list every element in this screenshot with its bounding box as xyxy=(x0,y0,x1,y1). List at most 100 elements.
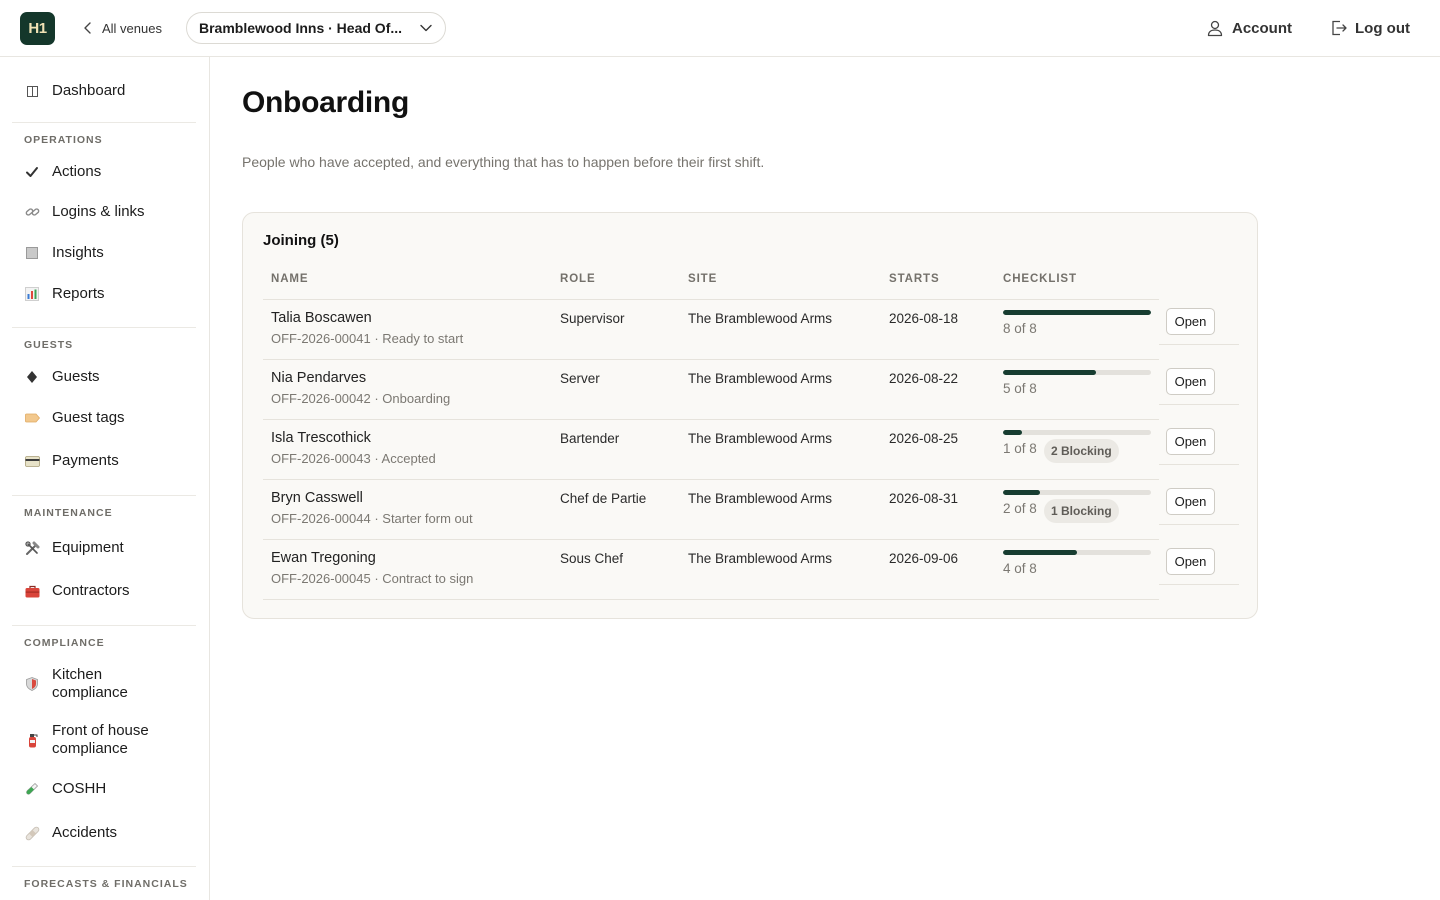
sidebar-item-insights[interactable]: Insights xyxy=(24,244,200,262)
insights-icon xyxy=(24,245,40,261)
test-tube-icon xyxy=(24,781,40,797)
site-cell: The Bramblewood Arms xyxy=(688,491,833,506)
site-cell: The Bramblewood Arms xyxy=(688,371,833,386)
sidebar-item-guests[interactable]: Guests xyxy=(24,368,200,386)
account-label: Account xyxy=(1232,19,1292,37)
sidebar-item-label: Accidents xyxy=(52,824,118,841)
sidebar-item-equipment[interactable]: Equipment xyxy=(24,539,200,557)
site-cell: The Bramblewood Arms xyxy=(688,551,833,566)
checklist-progress-fill xyxy=(1003,550,1077,555)
section-label-maintenance: MAINTENANCE xyxy=(24,507,113,519)
checklist-progress-bar xyxy=(1003,490,1151,495)
blocking-badge: 1 Blocking xyxy=(1044,499,1119,523)
role-cell: Supervisor xyxy=(560,311,625,326)
diamond-icon xyxy=(24,369,40,385)
kitchen-line-1: Kitchen xyxy=(52,666,103,683)
all-venues-link[interactable]: All venues xyxy=(82,18,162,38)
offer-reference: OFF-2026-00043 · Accepted xyxy=(271,451,436,466)
employee-name: Ewan Tregoning xyxy=(271,550,376,566)
logout-button[interactable]: Log out xyxy=(1330,17,1410,39)
sidebar-item-logins[interactable]: Logins & links xyxy=(24,203,200,221)
open-button[interactable]: Open xyxy=(1166,428,1215,455)
sidebar-item-guest-tags[interactable]: Guest tags xyxy=(24,409,200,427)
sidebar-item-actions[interactable]: Actions xyxy=(24,163,200,181)
checklist-progress-bar xyxy=(1003,550,1151,555)
chevron-left-icon xyxy=(84,22,91,34)
offer-reference: OFF-2026-00044 · Starter form out xyxy=(271,511,473,526)
sidebar: Dashboard OPERATIONS Actions Logins & li… xyxy=(0,57,210,900)
site-cell: The Bramblewood Arms xyxy=(688,431,833,446)
table-row: Isla Trescothick OFF-2026-00043 · Accepte… xyxy=(243,419,1259,479)
page-title: Onboarding xyxy=(242,86,409,119)
row-divider xyxy=(263,479,1159,480)
offer-reference: OFF-2026-00042 · Onboarding xyxy=(271,391,451,406)
account-button[interactable]: Account xyxy=(1206,17,1292,39)
sidebar-item-coshh[interactable]: COSHH xyxy=(24,780,200,798)
sidebar-item-accidents[interactable]: Accidents xyxy=(24,824,200,842)
sidebar-item-contractors[interactable]: Contractors xyxy=(24,582,200,600)
sidebar-item-label: Contractors xyxy=(52,582,130,599)
table-row: Talia Boscawen OFF-2026-00041 · Ready to … xyxy=(243,299,1259,359)
venue-selector[interactable]: Bramblewood Inns · Head Of... xyxy=(186,12,446,44)
toolbox-icon xyxy=(24,583,40,599)
role-cell: Bartender xyxy=(560,431,620,446)
foh-line-2: compliance xyxy=(52,740,128,757)
row-divider xyxy=(263,539,1159,540)
venue-selector-label: Bramblewood Inns · Head Of... xyxy=(199,20,403,36)
column-header-role: ROLE xyxy=(560,273,596,285)
logo[interactable]: H1 xyxy=(20,12,55,45)
tools-icon xyxy=(24,540,40,556)
column-header-starts: STARTS xyxy=(889,273,940,285)
sidebar-item-reports[interactable]: Reports xyxy=(24,285,200,303)
column-header-name: NAME xyxy=(271,273,309,285)
sidebar-item-foh-compliance[interactable]: Front of house compliance xyxy=(24,722,200,758)
row-divider xyxy=(263,299,1159,300)
site-cell: The Bramblewood Arms xyxy=(688,311,833,326)
sidebar-item-label: Front of house compliance xyxy=(52,722,149,758)
sidebar-item-payments[interactable]: Payments xyxy=(24,452,200,470)
employee-name: Nia Pendarves xyxy=(271,370,367,386)
open-button[interactable]: Open xyxy=(1166,488,1215,515)
sidebar-item-label: Guests xyxy=(52,368,100,385)
sidebar-item-label: Logins & links xyxy=(52,203,145,220)
role-cell: Sous Chef xyxy=(560,551,624,566)
sidebar-item-label: COSHH xyxy=(52,780,107,797)
checkmark-icon xyxy=(24,164,40,180)
table-row: Ewan Tregoning OFF-2026-00045 · Contract … xyxy=(243,539,1259,599)
open-button[interactable]: Open xyxy=(1166,308,1215,335)
checklist-progress-fill xyxy=(1003,370,1096,375)
checklist-progress-bar xyxy=(1003,370,1151,375)
table-row: Bryn Casswell OFF-2026-00044 · Starter fo… xyxy=(243,479,1259,539)
row-divider xyxy=(1159,464,1239,465)
sidebar-item-label: Actions xyxy=(52,163,102,180)
row-divider xyxy=(1159,344,1239,345)
columns-icon xyxy=(24,83,40,99)
chevron-down-icon xyxy=(420,24,432,32)
fire-extinguisher-icon xyxy=(24,732,40,748)
checklist-progress-fill xyxy=(1003,310,1151,315)
sidebar-divider xyxy=(12,495,196,496)
link-icon xyxy=(24,204,40,220)
card-title: Joining (5) xyxy=(263,232,339,249)
open-button[interactable]: Open xyxy=(1166,548,1215,575)
sidebar-item-label: Payments xyxy=(52,452,119,469)
joining-card: Joining (5) NAME ROLE SITE STARTS CHECKL… xyxy=(242,212,1258,619)
sidebar-item-label: Kitchen compliance xyxy=(52,666,128,702)
offer-reference: OFF-2026-00041 · Ready to start xyxy=(271,331,464,346)
sidebar-item-kitchen-compliance[interactable]: Kitchen compliance xyxy=(24,666,200,702)
employee-name: Talia Boscawen xyxy=(271,310,372,326)
open-button[interactable]: Open xyxy=(1166,368,1215,395)
section-label-forecasts: FORECASTS & FINANCIALS xyxy=(24,878,188,890)
role-cell: Chef de Partie xyxy=(560,491,647,506)
offer-reference: OFF-2026-00045 · Contract to sign xyxy=(271,571,474,586)
sidebar-item-label: Reports xyxy=(52,285,105,302)
column-header-site: SITE xyxy=(688,273,718,285)
checklist-count: 1 of 8 xyxy=(1003,441,1037,456)
column-header-checklist: CHECKLIST xyxy=(1003,273,1077,285)
checklist-progress-fill xyxy=(1003,490,1040,495)
start-date-cell: 2026-08-22 xyxy=(889,371,959,386)
sidebar-item-dashboard[interactable]: Dashboard xyxy=(24,82,200,100)
tag-icon xyxy=(24,410,40,426)
row-divider xyxy=(263,359,1159,360)
checklist-count: 5 of 8 xyxy=(1003,381,1037,396)
